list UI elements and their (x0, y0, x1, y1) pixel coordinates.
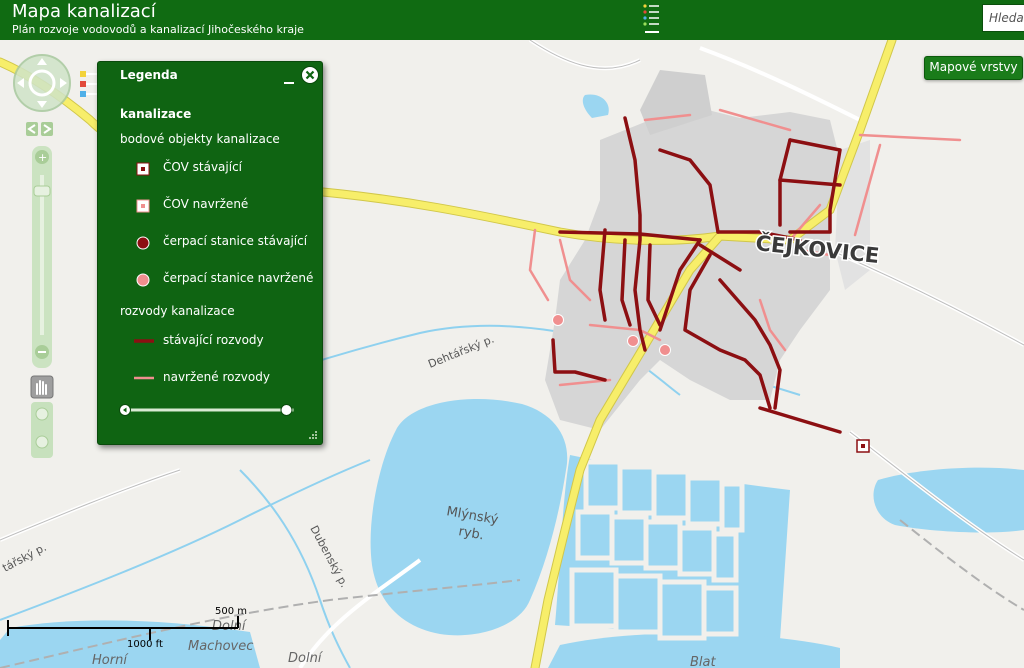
legend-group-points: bodové objekty kanalizace (120, 132, 280, 146)
minimize-icon[interactable] (284, 70, 294, 84)
legend-item-sewer-planned: navržené rozvody (163, 370, 270, 384)
app-title: Mapa kanalizací (12, 1, 156, 22)
legend-opacity-slider[interactable] (118, 403, 302, 417)
pan-tool-button[interactable] (30, 375, 54, 399)
zoom-slider[interactable]: + (32, 146, 52, 368)
legend-title: Legenda (120, 68, 178, 82)
label-place-dolni-2: Dolní (288, 651, 324, 666)
label-place-machovec: Machovec (188, 639, 253, 654)
sewer-planned-line-icon (134, 376, 154, 380)
legend-item-sewer-existing: stávající rozvody (163, 333, 264, 347)
label-place-dolni: Dolní (212, 619, 248, 634)
legend-list-icon[interactable] (642, 3, 662, 35)
label-place-horni: Horní (92, 653, 129, 668)
measure-tools[interactable] (31, 402, 53, 458)
wwtp-existing-icon (136, 162, 150, 176)
search-input[interactable]: Hledat (982, 4, 1024, 32)
legend-item-wwtp-existing: ČOV stávající (163, 160, 243, 174)
scale-imperial: 1000 ft (127, 639, 163, 650)
legend-item-pump-existing: čerpací stanice stávající (163, 234, 308, 248)
wwtp-planned-icon (136, 199, 150, 213)
legend-item-wwtp-planned: ČOV navržené (163, 197, 249, 211)
zoom-slider-handle (33, 185, 51, 197)
pump-planned-icon (136, 273, 150, 287)
legend-group-lines: rozvody kanalizace (120, 304, 235, 318)
legend-layer-name: kanalizace (120, 107, 192, 121)
label-place-blat: Blat (690, 655, 716, 668)
app-subtitle: Plán rozvoje vodovodů a kanalizací Jihoč… (12, 23, 304, 36)
legend-item-pump-planned: čerpací stanice navržené (163, 271, 314, 285)
pump-existing-icon (136, 236, 150, 250)
svg-text:+: + (38, 151, 47, 164)
sewer-existing-line-icon (134, 339, 154, 343)
scale-metric: 500 m (215, 606, 247, 617)
legend-panel: Legenda kanalizace bodové objekty kanali… (97, 61, 323, 445)
opacity-slider-handle (280, 404, 293, 416)
map-navigation: + (13, 54, 71, 458)
history-arrows[interactable] (26, 122, 53, 136)
app-header: Mapa kanalizací Plán rozvoje vodovodů a … (0, 0, 1024, 40)
map-layers-button[interactable]: Mapové vrstvy (924, 56, 1023, 80)
pan-control[interactable] (13, 54, 71, 112)
close-icon[interactable] (300, 65, 320, 85)
resize-grip-icon[interactable] (308, 430, 318, 440)
